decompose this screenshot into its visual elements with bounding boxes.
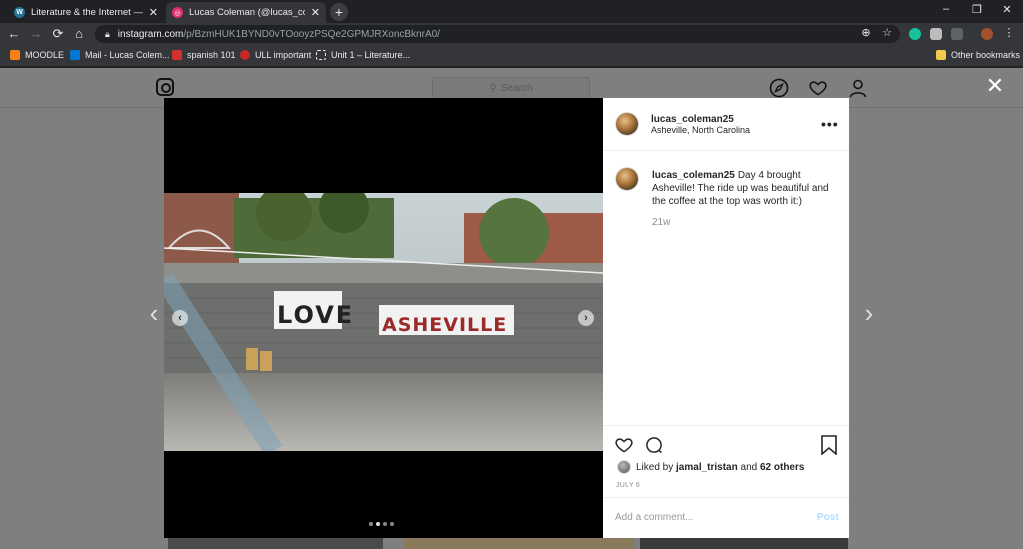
- bookmark-label: ULL important: [255, 50, 312, 60]
- other-bookmarks[interactable]: Other bookmarks: [936, 50, 1020, 60]
- search-placeholder: Search: [500, 82, 533, 94]
- explore-compass-icon[interactable]: [768, 77, 790, 99]
- liked-by-user[interactable]: jamal_tristan: [676, 462, 738, 473]
- bookmark-moodle[interactable]: MOODLE: [10, 50, 64, 60]
- bookmark-ull[interactable]: ULL important: [240, 50, 311, 60]
- tab-literature[interactable]: W Literature & the Internet — Word ✕: [8, 2, 164, 23]
- post-location[interactable]: Asheville, North Carolina: [651, 125, 750, 135]
- post-comment-button[interactable]: Post: [817, 512, 839, 523]
- zoom-icon[interactable]: ⊕: [858, 26, 874, 39]
- post-actions: Liked by jamal_tristan and 62 others JUL…: [603, 425, 849, 538]
- bookmark-label: spanish 101: [187, 50, 236, 60]
- carousel-next-arrow[interactable]: ›: [578, 310, 594, 326]
- comment-bubble-icon[interactable]: [643, 434, 665, 456]
- like-heart-icon[interactable]: [613, 434, 635, 456]
- tab-close-icon[interactable]: ✕: [149, 6, 158, 19]
- search-input[interactable]: ⚲ Search: [432, 77, 590, 99]
- bookmark-label: Unit 1 – Literature...: [331, 50, 411, 60]
- bookmark-label: MOODLE: [25, 50, 65, 60]
- new-tab-button[interactable]: +: [330, 3, 348, 21]
- reload-button[interactable]: ⟳: [49, 26, 67, 42]
- maximize-button[interactable]: ❐: [962, 3, 992, 16]
- bookmark-star-icon[interactable]: ☆: [879, 26, 895, 39]
- grid-tile: [640, 538, 848, 549]
- extension-icon[interactable]: [930, 28, 942, 40]
- instagram-icon: ◎: [172, 7, 183, 18]
- post-caption: lucas_coleman25 Day 4 brought Asheville! …: [652, 169, 840, 208]
- bookmark-spanish[interactable]: spanish 101: [172, 50, 236, 60]
- save-bookmark-icon[interactable]: [818, 434, 840, 456]
- caption-avatar[interactable]: [615, 167, 639, 191]
- caption-age: 21w: [652, 217, 671, 228]
- folder-icon: [936, 50, 946, 60]
- post-photo[interactable]: LOVE ASHEVILLE: [164, 193, 603, 451]
- grid-tile: [404, 538, 634, 549]
- more-options-icon[interactable]: •••: [821, 116, 839, 132]
- liked-by-mid: and: [740, 461, 758, 473]
- forward-button[interactable]: →: [27, 26, 45, 42]
- bookmarks-bar: MOODLE Mail - Lucas Colem... spanish 101…: [0, 45, 1023, 67]
- address-bar[interactable]: 🔒︎ instagram.com/p/BzmHUK1BYND0vTOooyzPS…: [95, 25, 900, 43]
- author-avatar[interactable]: [615, 112, 639, 136]
- carousel-dot: [369, 522, 373, 526]
- url-host: instagram.com: [117, 28, 184, 40]
- home-button[interactable]: ⌂: [70, 26, 88, 42]
- author-username[interactable]: lucas_coleman25: [651, 114, 750, 125]
- carousel-dot: [390, 522, 394, 526]
- bookmark-mail[interactable]: Mail - Lucas Colem...: [70, 50, 170, 60]
- post-date: JULY 6: [616, 482, 641, 489]
- tab-bar: W Literature & the Internet — Word ✕ ◎ L…: [0, 0, 1023, 23]
- post-media: LOVE ASHEVILLE ‹ ›: [164, 98, 603, 538]
- minimize-button[interactable]: –: [931, 3, 961, 15]
- svg-text:LOVE: LOVE: [277, 301, 354, 329]
- page-icon: [316, 50, 326, 60]
- ull-icon: [240, 50, 250, 60]
- post-sidebar: lucas_coleman25 Asheville, North Carolin…: [603, 98, 849, 538]
- bookmark-unit1[interactable]: Unit 1 – Literature...: [316, 50, 410, 60]
- back-button[interactable]: ←: [5, 26, 23, 42]
- wordpress-icon: W: [14, 7, 25, 18]
- previous-post-arrow[interactable]: ‹: [144, 298, 164, 329]
- instagram-logo-icon[interactable]: [156, 78, 174, 96]
- extension-icon[interactable]: [951, 28, 963, 40]
- grid-tile: [168, 538, 383, 549]
- search-icon: ⚲: [489, 82, 497, 94]
- activity-heart-icon[interactable]: [807, 77, 829, 99]
- moodle-icon: [10, 50, 20, 60]
- browser-toolbar: ← → ⟳ ⌂ 🔒︎ instagram.com/p/BzmHUK1BYND0v…: [0, 23, 1023, 45]
- comment-form: Add a comment... Post: [603, 497, 849, 539]
- window-close-button[interactable]: ✕: [992, 3, 1022, 16]
- tab-title: Lucas Coleman (@lucas_coleman: [189, 7, 305, 18]
- carousel-dot: [383, 522, 387, 526]
- profile-icon[interactable]: [847, 77, 869, 99]
- svg-text:ASHEVILLE: ASHEVILLE: [382, 314, 507, 336]
- browser-menu-icon[interactable]: ⋮: [1001, 26, 1017, 39]
- profile-avatar[interactable]: [981, 28, 993, 40]
- carousel-dot-active: [376, 522, 380, 526]
- next-post-arrow[interactable]: ›: [859, 298, 879, 329]
- tab-instagram[interactable]: ◎ Lucas Coleman (@lucas_coleman ✕: [166, 2, 326, 23]
- comment-input[interactable]: Add a comment...: [615, 512, 693, 523]
- tab-title: Literature & the Internet — Word: [31, 7, 143, 18]
- bookmark-label: Mail - Lucas Colem...: [85, 50, 170, 60]
- grammarly-extension-icon[interactable]: [909, 28, 921, 40]
- caption-username[interactable]: lucas_coleman25: [652, 170, 735, 181]
- url-path: /p/BzmHUK1BYND0vTOooyzPSQe2GPMJRXoncBknr…: [183, 28, 440, 40]
- liked-by-count[interactable]: 62 others: [760, 462, 804, 473]
- lock-icon[interactable]: 🔒︎: [105, 29, 110, 40]
- outlook-icon: [70, 50, 80, 60]
- carousel-prev-arrow[interactable]: ‹: [172, 310, 188, 326]
- tab-close-icon[interactable]: ✕: [311, 6, 320, 19]
- carousel-dots: [369, 522, 394, 526]
- instagram-page: ⚲ Search ✕ ‹ › LOVE ASHEVILLE ‹ › lucas_…: [0, 68, 1023, 549]
- spanish-icon: [172, 50, 182, 60]
- close-modal-button[interactable]: ✕: [984, 75, 1006, 98]
- liker-avatar[interactable]: [617, 460, 631, 474]
- bookmark-label: Other bookmarks: [951, 50, 1021, 60]
- post-header: lucas_coleman25 Asheville, North Carolin…: [603, 98, 849, 151]
- liked-by-prefix: Liked by: [636, 461, 674, 473]
- post-modal: LOVE ASHEVILLE ‹ › lucas_coleman25 Ashev…: [164, 98, 849, 538]
- liked-by: Liked by jamal_tristan and 62 others: [617, 460, 804, 474]
